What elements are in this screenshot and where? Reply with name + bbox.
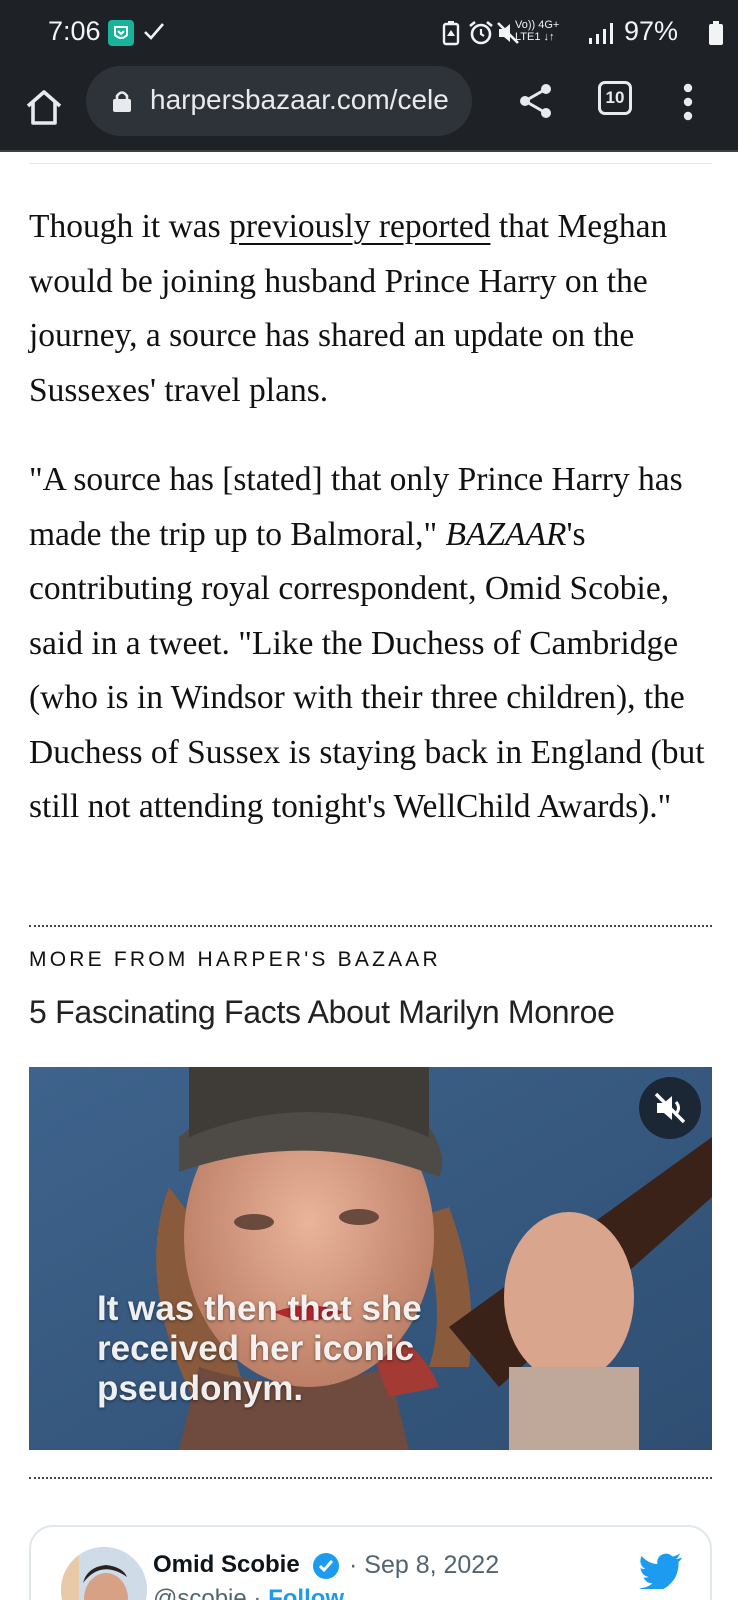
verified-icon (311, 1551, 341, 1586)
tweet-handle-line: @scobie · Follow (153, 1585, 344, 1600)
para1-text-start: Though it was (29, 208, 230, 245)
volume-muted-icon (654, 1092, 686, 1124)
avatar[interactable] (61, 1547, 147, 1600)
battery-icon (708, 20, 724, 51)
url-text: harpersbazaar.com/cele (150, 84, 449, 115)
status-time: 7:06 (48, 16, 101, 46)
more-from-title[interactable]: 5 Fascinating Facts About Marilyn Monroe (29, 994, 615, 1031)
signal-icon (588, 22, 616, 49)
battery-percent: 97% (624, 16, 679, 46)
tweet-embed[interactable]: Omid Scobie · Sep 8, 2022 @scobie · Foll… (29, 1525, 712, 1600)
bazaar-italic: BAZAAR (445, 515, 567, 553)
address-bar[interactable]: harpersbazaar.com/cele (86, 66, 472, 136)
mute-toggle-button[interactable] (639, 1077, 701, 1139)
para2-text-end: 's contributing royal correspondent, Omi… (29, 515, 705, 826)
lock-icon (112, 89, 132, 118)
tweet-handle: @scobie · (153, 1585, 269, 1600)
status-bar: 7:06 Vo)) 4G+ LTE1 ↓↑ 97% (0, 0, 738, 66)
notification-app-icon (108, 20, 134, 46)
dotted-divider-top (29, 925, 712, 927)
dotted-divider-bottom (29, 1477, 712, 1479)
more-from-heading: MORE FROM HARPER'S BAZAAR (29, 948, 441, 971)
check-icon (143, 18, 165, 49)
browser-toolbar: harpersbazaar.com/cele 10 (0, 66, 738, 152)
alarm-icon (468, 20, 494, 51)
battery-saver-icon (442, 20, 460, 51)
video-player[interactable]: It was then that she received her iconic… (29, 1067, 712, 1450)
article-paragraph-2: "A source has [stated] that only Prince … (29, 453, 719, 835)
twitter-bird-icon[interactable] (639, 1553, 683, 1594)
tweet-author-name[interactable]: Omid Scobie (153, 1551, 300, 1579)
video-caption: It was then that she received her iconic… (97, 1289, 422, 1408)
previously-reported-link[interactable]: previously reported (229, 208, 490, 245)
network-indicator: Vo)) 4G+ LTE1 ↓↑ (515, 19, 559, 43)
status-icons: Vo)) 4G+ LTE1 ↓↑ 97% (418, 0, 738, 66)
network-bottom: LTE1 ↓↑ (515, 31, 555, 43)
home-icon[interactable] (22, 86, 66, 130)
share-icon[interactable] (516, 81, 556, 121)
more-vert-icon[interactable] (676, 80, 700, 124)
section-divider (29, 163, 712, 164)
follow-link[interactable]: Follow (268, 1585, 344, 1600)
network-top: Vo)) 4G+ (515, 19, 560, 31)
article-paragraph-1: Though it was previously reported that M… (29, 200, 719, 418)
tabs-icon[interactable]: 10 (598, 81, 632, 115)
tweet-date[interactable]: · Sep 8, 2022 (349, 1551, 499, 1580)
